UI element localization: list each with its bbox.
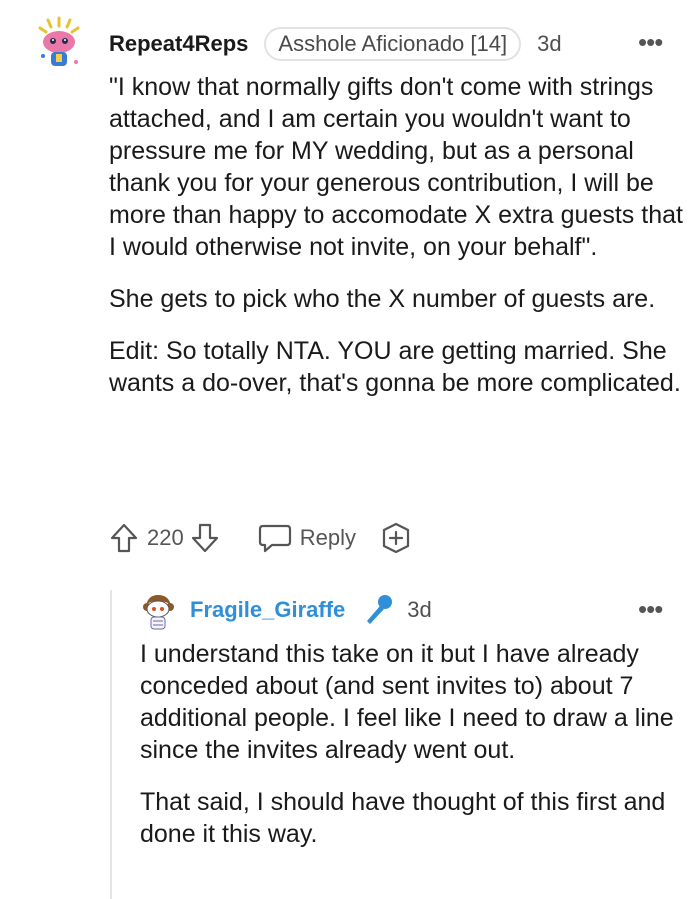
reply-button[interactable]: Reply — [258, 523, 356, 553]
reply-header: Fragile_Giraffe 3d — [190, 593, 432, 627]
avatar-snoo-icon — [143, 595, 174, 630]
reply-timestamp: 3d — [407, 597, 432, 622]
comment-paragraph: "I know that normally gifts don't come w… — [109, 73, 683, 261]
more-options-icon[interactable]: ••• — [638, 596, 663, 622]
comment-paragraph: Edit: So totally NTA. YOU are getting ma… — [109, 337, 681, 397]
comment-actions: 220 Reply — [109, 519, 412, 557]
reply-username[interactable]: Fragile_Giraffe — [190, 597, 345, 623]
avatar[interactable] — [34, 14, 84, 74]
more-options-icon[interactable]: ••• — [638, 29, 663, 55]
downvote-icon[interactable] — [190, 522, 220, 554]
reply-paragraph: That said, I should have thought of this… — [140, 788, 666, 848]
comment-timestamp: 3d — [537, 31, 562, 56]
comment-paragraph: She gets to pick who the X number of gue… — [109, 285, 656, 313]
comment-body: "I know that normally gifts don't come w… — [109, 71, 684, 419]
comment-username[interactable]: Repeat4Reps — [109, 31, 248, 57]
reply-paragraph: I understand this take on it but I have … — [140, 640, 674, 764]
comment-bubble-icon — [258, 524, 291, 553]
comment-header: Repeat4Reps Asshole Aficionado [14] 3d — [109, 27, 562, 61]
upvote-icon[interactable] — [109, 522, 139, 554]
reply-body: I understand this take on it but I have … — [140, 638, 685, 870]
user-flair: Asshole Aficionado [14] — [264, 27, 522, 61]
award-plus-icon[interactable] — [380, 522, 412, 554]
vote-count: 220 — [147, 525, 184, 550]
mic-icon — [361, 593, 395, 627]
avatar-snoo-icon — [38, 16, 80, 66]
reply-avatar[interactable] — [140, 592, 176, 632]
reply-label: Reply — [299, 525, 356, 550]
thread-line[interactable] — [110, 590, 112, 899]
